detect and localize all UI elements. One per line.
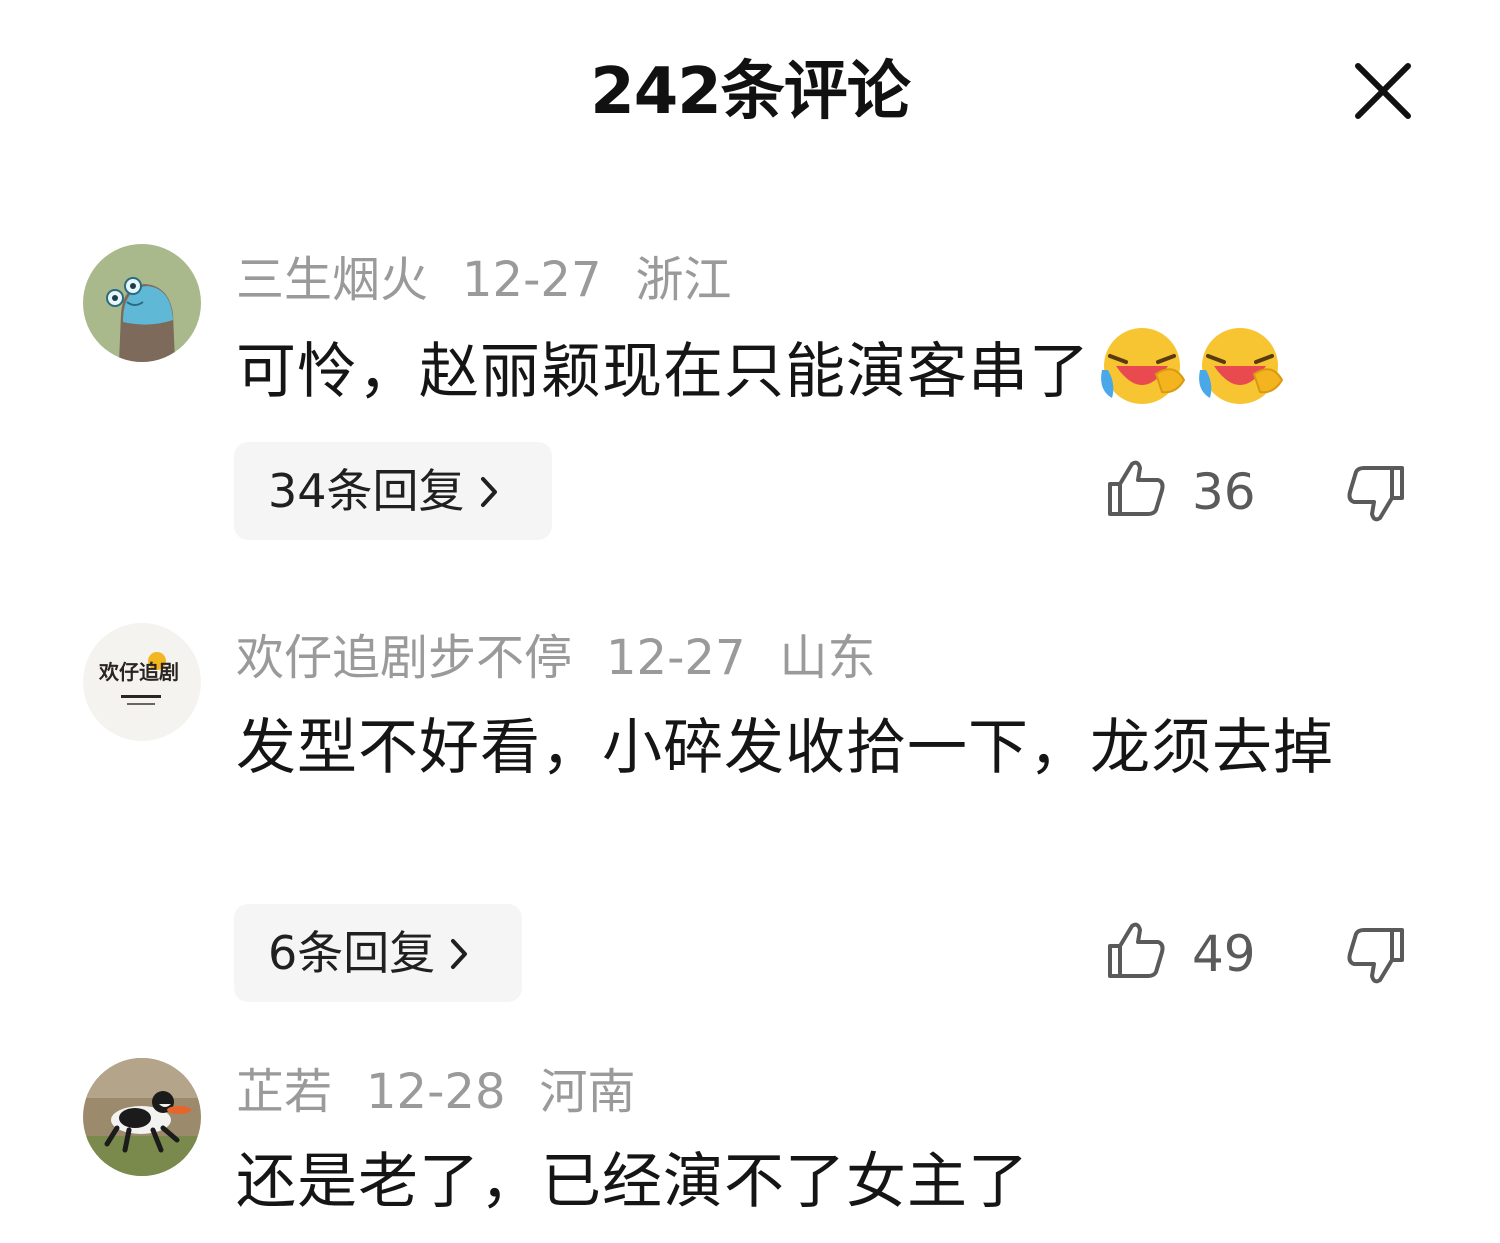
comment-meta: 三生烟火 12-27 浙江 [236,250,732,310]
comment-meta: 芷若 12-28 河南 [236,1062,636,1122]
username[interactable]: 三生烟火 [236,250,428,310]
thumbs-up-icon [1108,460,1165,516]
comments-count-title: 242条评论 [590,55,911,129]
chevron-right-icon [451,938,468,969]
comment-text: 还是老了，已经演不了女主了 [236,1138,1396,1226]
avatar[interactable] [83,244,201,362]
thumbs-down-icon [1347,928,1404,984]
avatar[interactable]: 欢仔追剧 [83,623,201,741]
close-button[interactable] [1350,58,1416,124]
like-count: 36 [1192,463,1256,521]
comment-location: 山东 [779,630,876,686]
comment-meta: 欢仔追剧步不停 12-27 山东 [236,628,876,688]
comment-date: 12-28 [366,1064,506,1120]
comment-text: 可怜，赵丽颖现在只能演客串了 [236,326,1396,416]
laughing-crying-emoji-icon [1199,328,1284,404]
comment-text-content: 可怜，赵丽颖现在只能演客串了 [236,337,1090,407]
thumbs-down-icon [1347,466,1404,522]
view-replies-button[interactable]: 6条回复 [234,904,522,1002]
comment-location: 河南 [539,1064,636,1120]
comment-text-content: 还是老了，已经演不了女主了 [236,1147,1029,1217]
view-replies-button[interactable]: 34条回复 [234,442,552,540]
like-button[interactable] [1104,918,1168,982]
close-icon [1355,63,1411,119]
dislike-button[interactable] [1344,462,1408,526]
comment-location: 浙江 [635,252,732,308]
comment-date: 12-27 [606,630,746,686]
like-count: 49 [1192,925,1256,983]
username[interactable]: 欢仔追剧步不停 [236,628,572,688]
avatar[interactable] [83,1058,201,1176]
avatar-text: 欢仔追剧 [98,660,179,684]
laughing-crying-emoji-icon [1101,328,1186,404]
chevron-right-icon [480,476,497,507]
username[interactable]: 芷若 [236,1062,332,1122]
thumbs-up-icon [1108,922,1165,978]
replies-label: 6条回复 [268,926,436,980]
comment-date: 12-27 [462,252,602,308]
comment-text: 发型不好看，小碎发收拾一下，龙须去掉 [236,704,1396,792]
comments-header: 242条评论 [0,0,1500,190]
like-button[interactable] [1104,456,1168,520]
replies-label: 34条回复 [268,464,465,518]
comment-text-content: 发型不好看，小碎发收拾一下，龙须去掉 [236,713,1334,783]
dislike-button[interactable] [1344,924,1408,988]
